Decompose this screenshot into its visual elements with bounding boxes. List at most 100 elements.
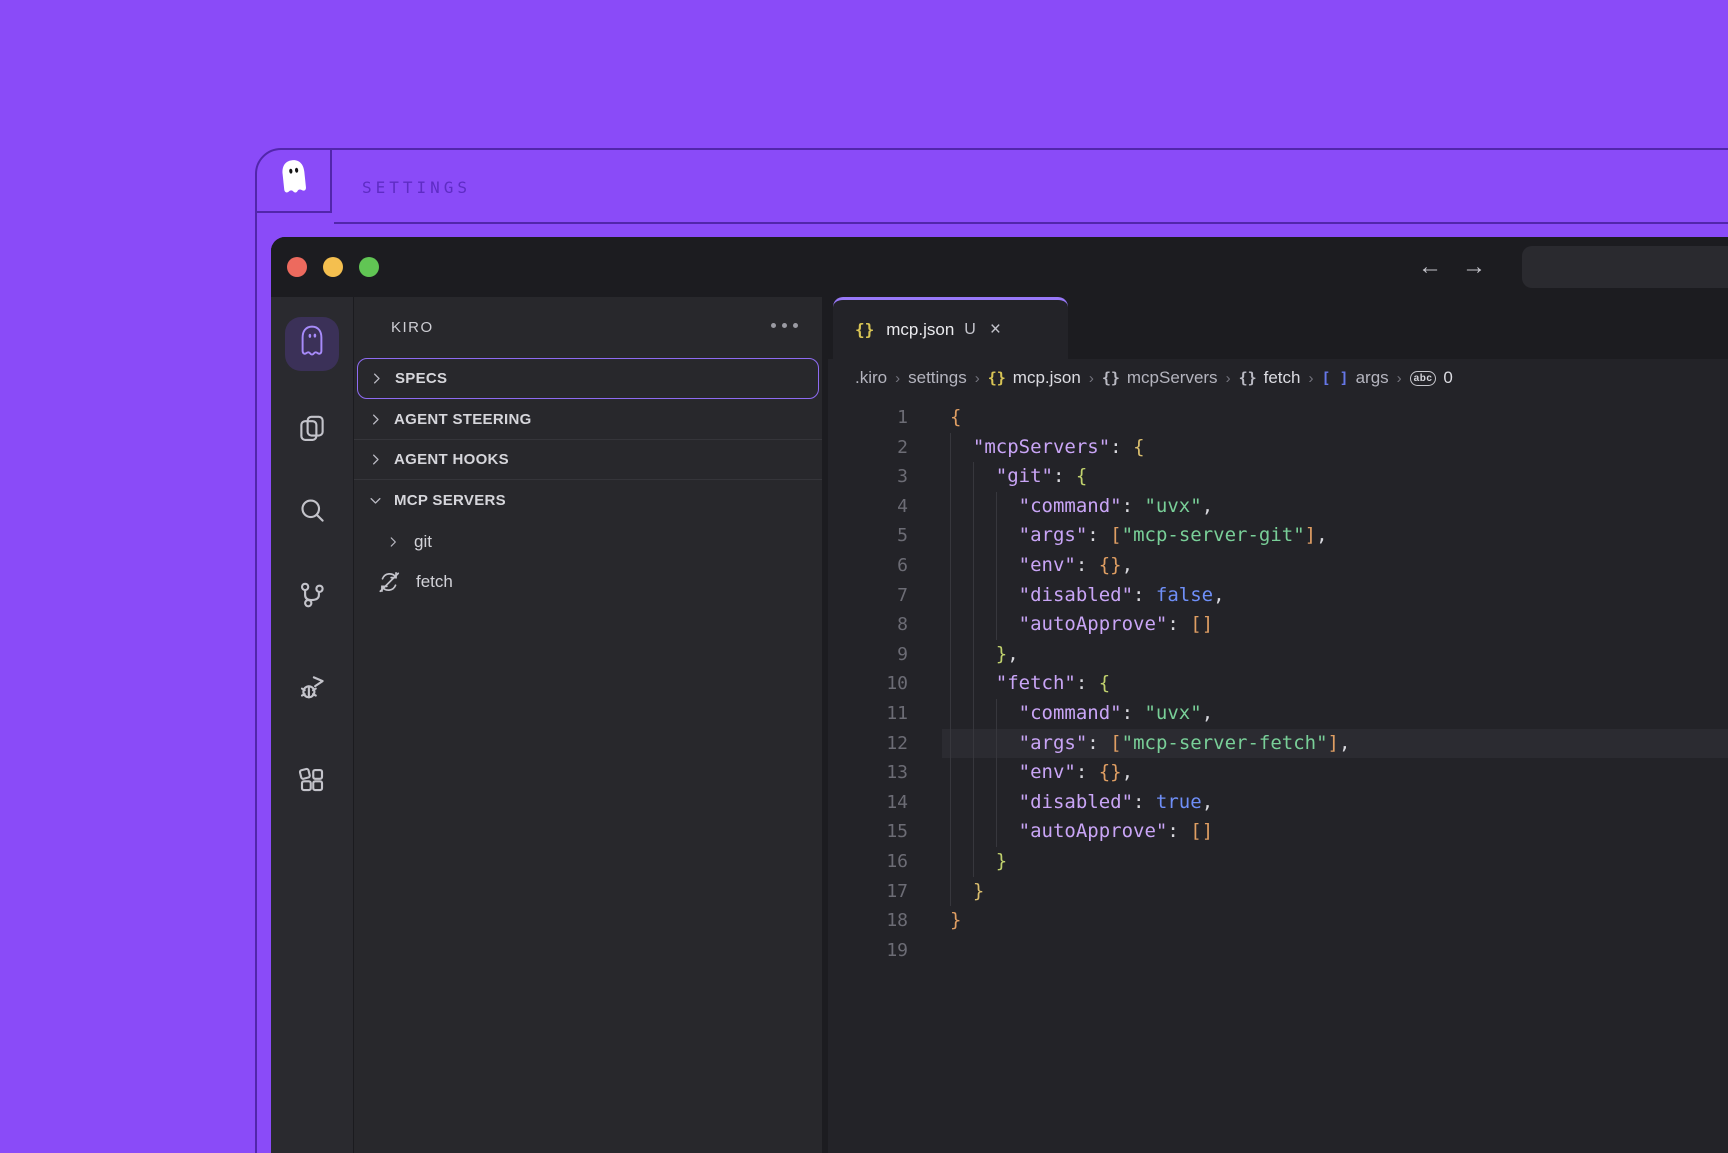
code-line: 15 "autoApprove": [] <box>828 817 1728 847</box>
line-number: 2 <box>828 433 908 463</box>
array-bracket-icon: [ ] <box>1321 369 1348 387</box>
sidebar: KIRO SPECS AGENT STEERING AGENT HOOKS <box>353 297 822 1153</box>
code-line: 6 "env": {}, <box>828 551 1728 581</box>
minimize-window-button[interactable] <box>323 257 343 277</box>
code-line: 12 "args": ["mcp-server-fetch"], <box>828 729 1728 759</box>
kiro-logo-cell <box>257 150 332 213</box>
breadcrumb-separator: › <box>887 370 908 387</box>
chevron-right-icon <box>368 412 383 427</box>
tab-mcp-json[interactable]: {} mcp.json U × <box>833 297 1068 359</box>
section-label-agent-hooks: AGENT HOOKS <box>394 451 509 468</box>
activity-bar <box>271 297 353 1153</box>
search-icon[interactable] <box>297 495 327 525</box>
source-control-icon[interactable] <box>297 580 327 610</box>
line-number: 1 <box>828 403 908 433</box>
line-number: 14 <box>828 788 908 818</box>
section-label-mcp-servers: MCP SERVERS <box>394 492 506 509</box>
code-text: "command": "uvx", <box>950 699 1213 729</box>
explorer-icon[interactable] <box>297 413 327 443</box>
workbench: KIRO SPECS AGENT STEERING AGENT HOOKS <box>271 297 1728 1153</box>
code-line: 3 "git": { <box>828 462 1728 492</box>
breadcrumb-separator: › <box>1300 370 1321 387</box>
breadcrumb-separator: › <box>1081 370 1102 387</box>
breadcrumb: .kiro›settings›{}mcp.json›{}mcpServers›{… <box>828 359 1728 397</box>
breadcrumb-item[interactable]: settings <box>908 368 967 388</box>
frame-header-divider <box>334 222 1728 224</box>
code-text: "env": {}, <box>950 758 1133 788</box>
breadcrumb-item[interactable]: .kiro <box>855 368 887 388</box>
sidebar-item-agent-hooks[interactable]: AGENT HOOKS <box>354 440 822 480</box>
app-window: ← → <box>271 237 1728 1153</box>
code-text: "args": ["mcp-server-git"], <box>950 521 1328 551</box>
more-actions-icon[interactable] <box>771 323 798 328</box>
line-number: 15 <box>828 817 908 847</box>
code-text: "env": {}, <box>950 551 1133 581</box>
code-text: } <box>950 847 1007 877</box>
json-braces-icon: {} <box>855 320 874 339</box>
code-line: 13 "env": {}, <box>828 758 1728 788</box>
breadcrumb-separator: › <box>967 370 988 387</box>
sidebar-item-specs[interactable]: SPECS <box>357 358 819 399</box>
code-text: "command": "uvx", <box>950 492 1213 522</box>
line-number: 9 <box>828 640 908 670</box>
code-editor[interactable]: 1{2 "mcpServers": {3 "git": {4 "command"… <box>828 397 1728 1153</box>
code-line: 16 } <box>828 847 1728 877</box>
line-number: 18 <box>828 906 908 936</box>
chevron-down-icon <box>368 493 383 508</box>
code-line: 10 "fetch": { <box>828 669 1728 699</box>
code-text: "git": { <box>950 462 1087 492</box>
line-number: 7 <box>828 581 908 611</box>
code-line: 8 "autoApprove": [] <box>828 610 1728 640</box>
breadcrumb-item[interactable]: fetch <box>1264 368 1301 388</box>
close-window-button[interactable] <box>287 257 307 277</box>
close-tab-icon[interactable]: × <box>990 319 1001 341</box>
sidebar-item-mcp-servers[interactable]: MCP SERVERS <box>354 480 822 520</box>
tree-item-label-fetch: fetch <box>416 572 453 592</box>
code-line: 2 "mcpServers": { <box>828 433 1728 463</box>
json-braces-icon: {} <box>1239 369 1257 387</box>
extensions-icon[interactable] <box>297 765 327 795</box>
code-text: "args": ["mcp-server-fetch"], <box>950 729 1350 759</box>
sidebar-item-kiro-active[interactable] <box>285 317 339 371</box>
line-number: 3 <box>828 462 908 492</box>
code-line: 5 "args": ["mcp-server-git"], <box>828 521 1728 551</box>
command-center-search[interactable] <box>1522 246 1728 288</box>
code-line: 17 } <box>828 877 1728 907</box>
line-number: 4 <box>828 492 908 522</box>
code-text: "disabled": true, <box>950 788 1213 818</box>
tree-item-git[interactable]: git <box>354 523 822 561</box>
sidebar-item-agent-steering[interactable]: AGENT STEERING <box>354 400 822 440</box>
chevron-right-icon <box>386 535 401 550</box>
breadcrumb-item[interactable]: args <box>1356 368 1389 388</box>
breadcrumb-item[interactable]: mcpServers <box>1127 368 1218 388</box>
code-text: { <box>950 403 961 433</box>
code-text: "autoApprove": [] <box>950 610 1213 640</box>
line-number: 11 <box>828 699 908 729</box>
code-line: 9 }, <box>828 640 1728 670</box>
line-number: 13 <box>828 758 908 788</box>
code-lines: 1{2 "mcpServers": {3 "git": {4 "command"… <box>828 403 1728 965</box>
code-line: 19 <box>828 936 1728 966</box>
json-braces-icon: {} <box>1102 369 1120 387</box>
code-line: 7 "disabled": false, <box>828 581 1728 611</box>
editor-surface: .kiro›settings›{}mcp.json›{}mcpServers›{… <box>828 359 1728 1153</box>
zoom-window-button[interactable] <box>359 257 379 277</box>
chevron-right-icon <box>368 452 383 467</box>
chevron-right-icon <box>369 371 384 386</box>
section-label-specs: SPECS <box>395 370 447 387</box>
breadcrumb-item[interactable]: 0 <box>1443 368 1452 388</box>
breadcrumb-item[interactable]: mcp.json <box>1013 368 1081 388</box>
git-status-badge: U <box>964 321 976 339</box>
string-symbol-icon: abc <box>1410 371 1437 386</box>
line-number: 8 <box>828 610 908 640</box>
forward-arrow-icon[interactable]: → <box>1462 255 1486 279</box>
code-line: 1{ <box>828 403 1728 433</box>
back-arrow-icon[interactable]: ← <box>1418 255 1442 279</box>
code-text: "fetch": { <box>950 669 1110 699</box>
tree-item-label-git: git <box>414 532 432 552</box>
tree-item-fetch[interactable]: fetch <box>354 563 822 601</box>
traffic-lights <box>287 257 379 277</box>
debug-icon[interactable] <box>297 673 327 703</box>
code-text: "disabled": false, <box>950 581 1225 611</box>
breadcrumb-separator: › <box>1389 370 1410 387</box>
